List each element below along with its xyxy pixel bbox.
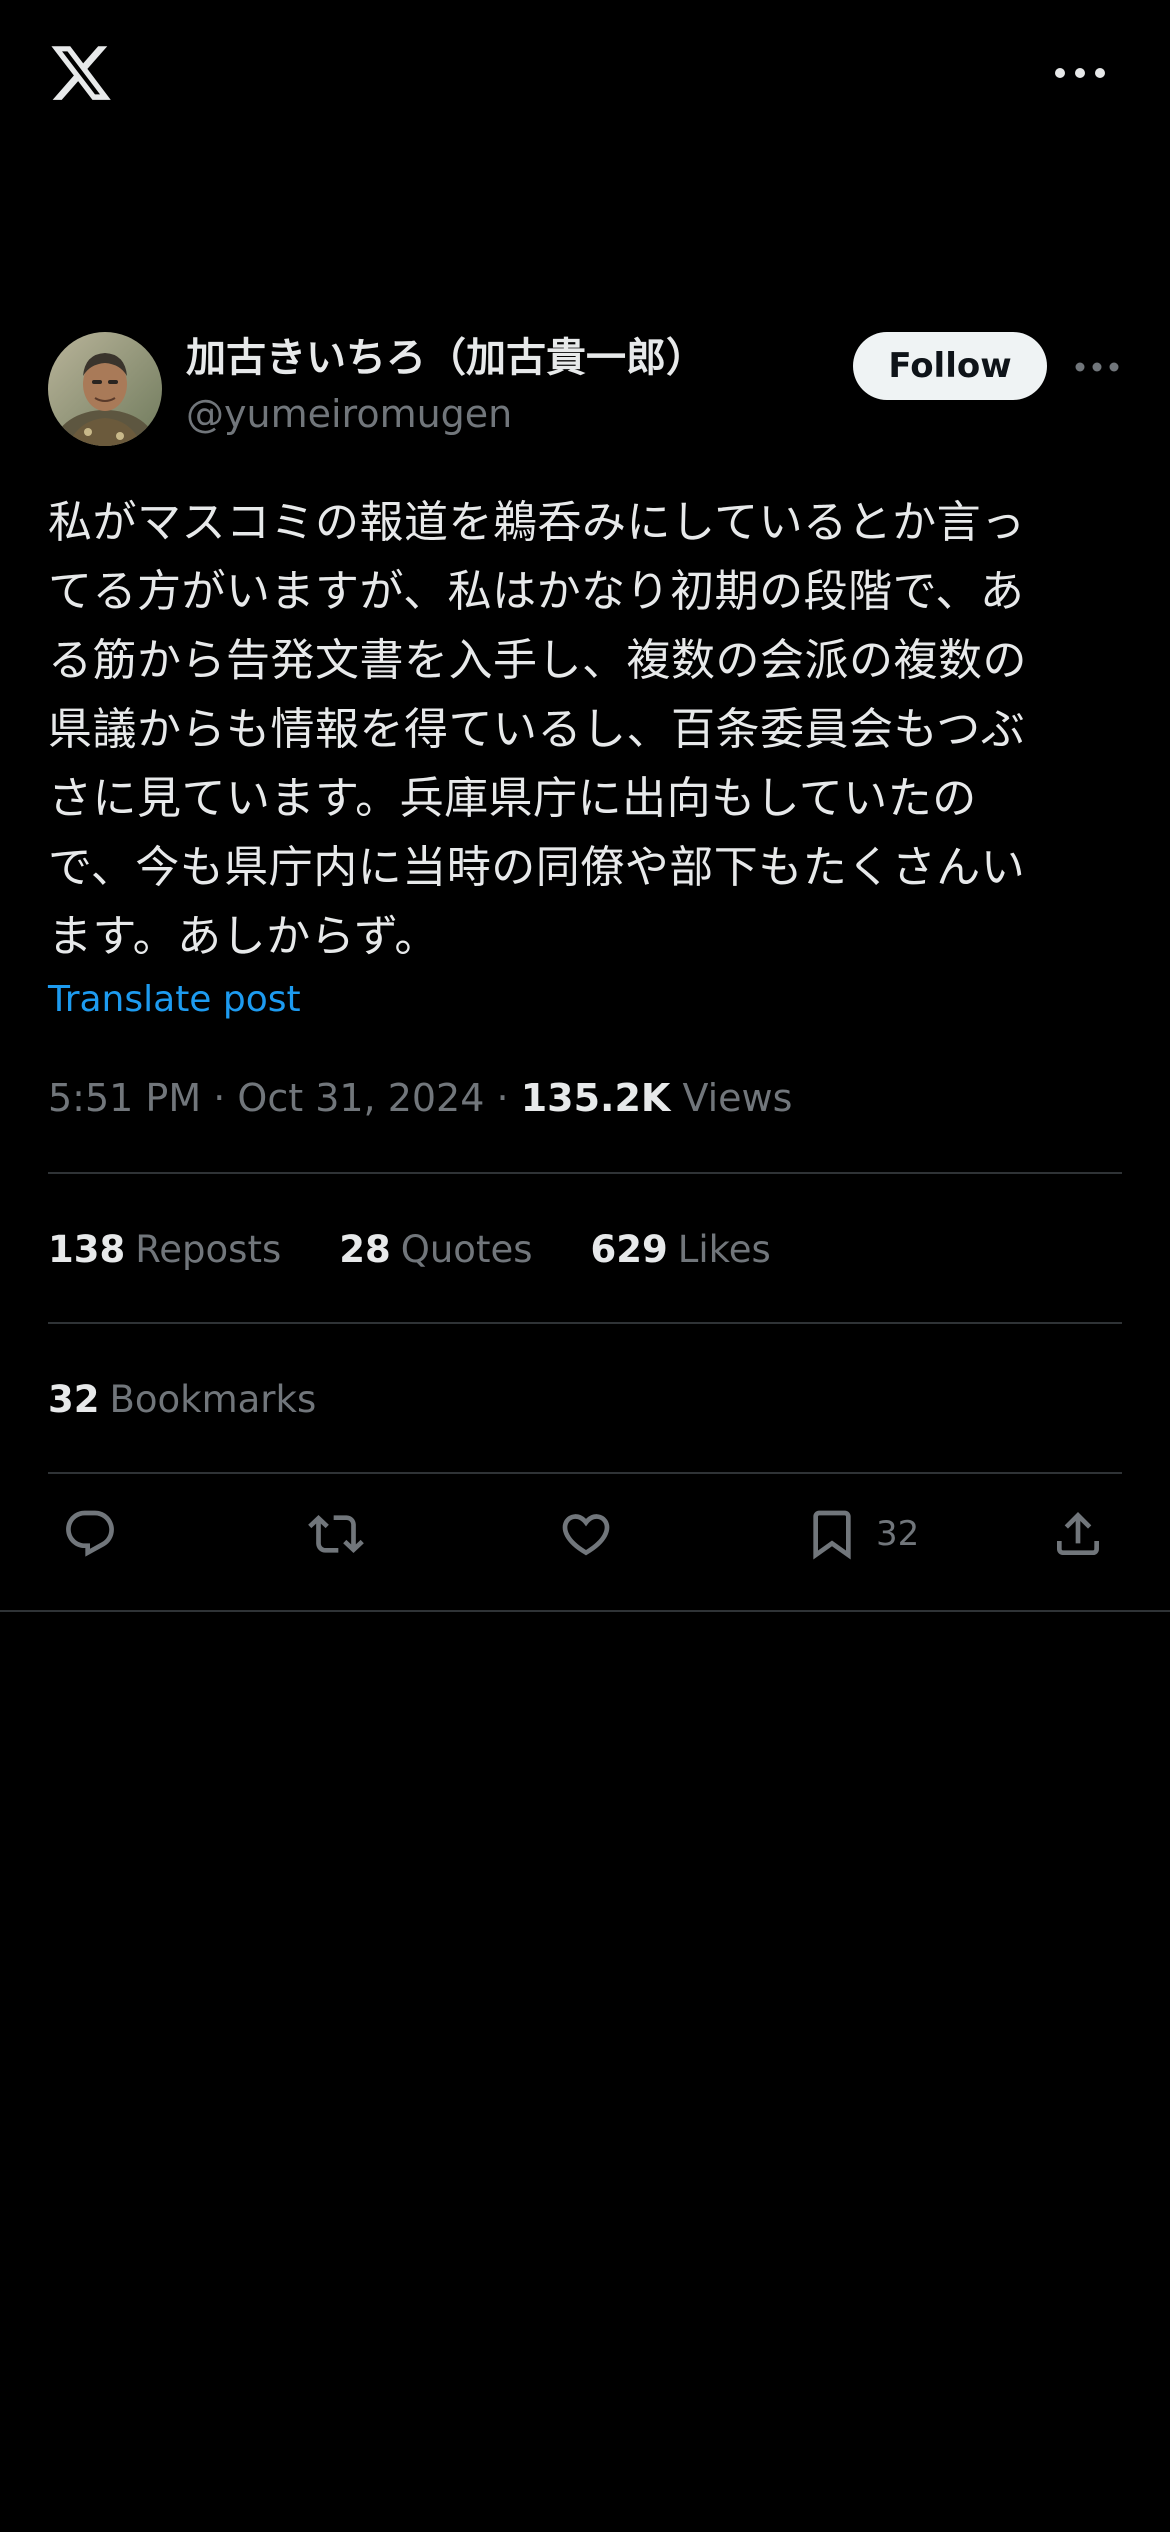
likes-stat[interactable]: 629 Likes bbox=[591, 1222, 771, 1278]
tweet-date[interactable]: Oct 31, 2024 bbox=[237, 1076, 484, 1120]
author-display-name[interactable]: 加古きいちろ（加古貴一郎） bbox=[186, 332, 706, 384]
bookmarks-label: Bookmarks bbox=[109, 1378, 317, 1421]
reposts-stat[interactable]: 138 Reposts bbox=[48, 1222, 281, 1278]
avatar[interactable] bbox=[48, 332, 162, 446]
views-count: 135.2K bbox=[520, 1076, 671, 1120]
meta-separator: · bbox=[496, 1076, 509, 1120]
bookmarks-stat[interactable]: 32 Bookmarks bbox=[48, 1372, 316, 1428]
author-handle[interactable]: @yumeiromugen bbox=[186, 388, 512, 440]
translate-post-link[interactable]: Translate post bbox=[48, 974, 301, 1026]
reply-icon[interactable] bbox=[62, 1506, 118, 1562]
top-bar bbox=[0, 0, 1170, 150]
quotes-count: 28 bbox=[339, 1228, 391, 1271]
share-icon[interactable] bbox=[1050, 1506, 1106, 1562]
more-horizontal-icon[interactable] bbox=[1072, 352, 1122, 382]
divider bbox=[48, 1172, 1122, 1174]
bookmark-action[interactable]: 32 bbox=[804, 1506, 919, 1562]
bookmark-count: 32 bbox=[876, 1514, 920, 1554]
quotes-stat[interactable]: 28 Quotes bbox=[339, 1222, 532, 1278]
bookmarks-count: 32 bbox=[48, 1378, 100, 1421]
likes-label: Likes bbox=[677, 1228, 771, 1271]
engagement-stats: 138 Reposts 28 Quotes 629 Likes bbox=[48, 1222, 829, 1278]
repost-icon[interactable] bbox=[308, 1506, 364, 1562]
tweet-author: 加古きいちろ（加古貴一郎） @yumeiromugen Follow bbox=[48, 332, 1122, 448]
divider bbox=[48, 1322, 1122, 1324]
bookmark-icon bbox=[813, 1510, 851, 1560]
x-logo-icon[interactable] bbox=[48, 40, 114, 106]
more-horizontal-icon[interactable] bbox=[1048, 56, 1112, 90]
reposts-count: 138 bbox=[48, 1228, 126, 1271]
divider bbox=[0, 1610, 1170, 1612]
follow-button[interactable]: Follow bbox=[853, 332, 1047, 400]
likes-count: 629 bbox=[590, 1228, 668, 1271]
tweet-meta: 5:51 PM · Oct 31, 2024 · 135.2K Views bbox=[48, 1070, 792, 1126]
tweet-text: 私がマスコミの報道を鵜呑みにしているとか言っ てる方がいますが、私はかなり初期の… bbox=[48, 497, 1027, 962]
heart-icon[interactable] bbox=[558, 1506, 614, 1562]
tweet-action-bar: 32 bbox=[0, 1490, 1170, 1596]
divider bbox=[48, 1472, 1122, 1474]
reposts-label: Reposts bbox=[135, 1228, 282, 1271]
quotes-label: Quotes bbox=[400, 1228, 533, 1271]
views-label: Views bbox=[682, 1076, 793, 1120]
meta-separator: · bbox=[213, 1076, 226, 1120]
tweet-time[interactable]: 5:51 PM bbox=[48, 1076, 201, 1120]
